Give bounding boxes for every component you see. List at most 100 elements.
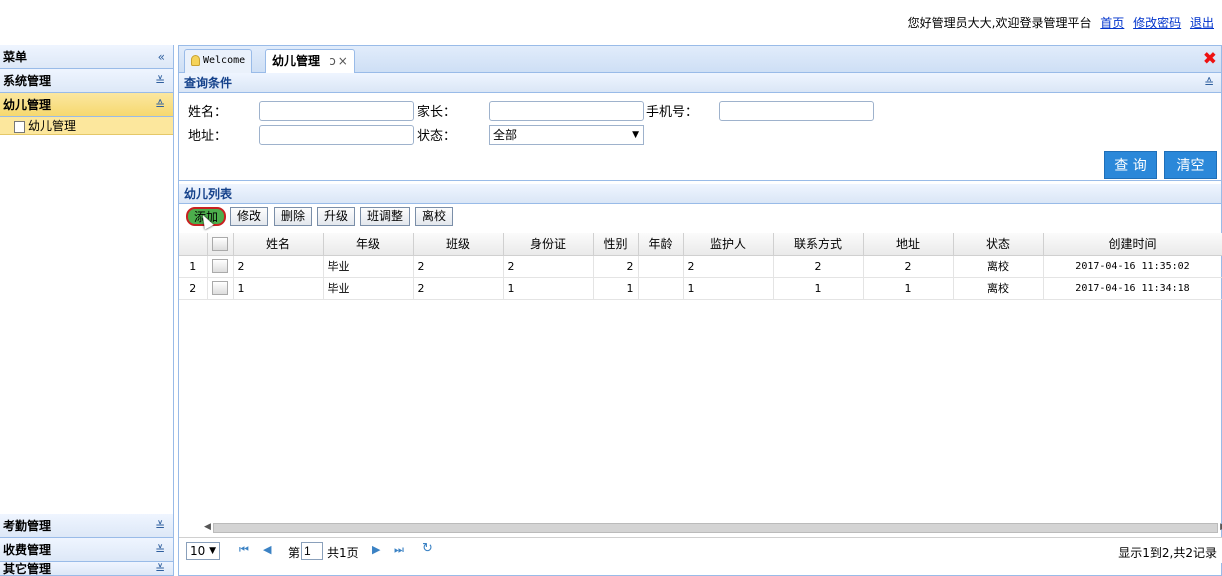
cell-gender: 2 (593, 255, 639, 278)
sidebar-group-other[interactable]: 其它管理 ≚ (0, 562, 173, 576)
table-row[interactable]: 1 2 毕业 2 2 2 2 2 2 离校 2017-04-16 11:35:0… (179, 255, 1222, 278)
column-header-address[interactable]: 地址 (863, 233, 954, 256)
page-size-select[interactable]: 10 ▼ (186, 542, 220, 560)
sidebar-group-label: 考勤管理 (3, 519, 52, 533)
parent-label: 家长： (417, 105, 457, 120)
cell-status: 离校 (953, 255, 1044, 278)
scroll-left-icon[interactable]: ◀ (204, 522, 211, 532)
cell-name: 1 (233, 277, 324, 300)
sidebar-group-label: 其它管理 (3, 562, 52, 576)
column-header-id-card[interactable]: 身份证 (503, 233, 594, 256)
first-page-icon[interactable]: ⏮ (239, 543, 249, 557)
cell-address: 2 (863, 255, 954, 278)
leave-school-button[interactable]: 离校 (415, 207, 454, 226)
cell-age (638, 277, 684, 300)
prev-page-icon[interactable]: ◀ (263, 543, 271, 556)
column-header-age[interactable]: 年龄 (638, 233, 684, 256)
class-adjust-button[interactable]: 班调整 (360, 207, 411, 226)
column-header-created[interactable]: 创建时间 (1043, 233, 1222, 256)
sidebar-item-children-manage[interactable]: 幼儿管理 (0, 117, 173, 135)
row-select-cell[interactable] (207, 255, 234, 278)
clear-button[interactable]: 清空 (1164, 151, 1217, 179)
edit-button[interactable]: 修改 (230, 207, 269, 226)
column-header-contact[interactable]: 联系方式 (773, 233, 864, 256)
cell-grade: 毕业 (323, 255, 414, 278)
table-header-row: 姓名 年级 班级 身份证 性别 年龄 监护人 联系方式 地址 状态 创建时间 (179, 233, 1222, 256)
query-panel-title: 查询条件 (184, 76, 233, 90)
cell-created: 2017-04-16 11:34:18 (1043, 277, 1222, 300)
tab-children-manage[interactable]: 幼儿管理 ↄ × (265, 49, 355, 74)
cell-class: 2 (413, 255, 504, 278)
collapse-query-icon[interactable]: ≙ (1204, 73, 1214, 93)
main-panel: Welcome 幼儿管理 ↄ × ✖ 查询条件 ≙ 姓名： 家长： 手机号： 地址… (178, 45, 1222, 576)
phone-input[interactable] (719, 101, 874, 121)
row-number: 1 (179, 255, 208, 278)
cell-guardian: 2 (683, 255, 774, 278)
select-all-checkbox[interactable] (212, 237, 228, 251)
sidebar-group-children[interactable]: 幼儿管理 ≙ (0, 93, 173, 117)
query-form: 姓名： 家长： 手机号： 地址： 状态： 全部 ▼ (179, 93, 1221, 181)
cell-id-card: 1 (503, 277, 594, 300)
column-header-gender[interactable]: 性别 (593, 233, 639, 256)
cell-id-card: 2 (503, 255, 594, 278)
tab-label: 幼儿管理 (272, 54, 321, 68)
column-header-guardian[interactable]: 监护人 (683, 233, 774, 256)
sidebar-item-label: 幼儿管理 (28, 119, 77, 133)
cell-class: 2 (413, 277, 504, 300)
cell-contact: 1 (773, 277, 864, 300)
last-page-icon[interactable]: ⏭ (394, 543, 404, 557)
column-header-grade[interactable]: 年级 (323, 233, 414, 256)
chevron-down-icon: ≚ (154, 519, 165, 533)
cell-contact: 2 (773, 255, 864, 278)
row-select-cell[interactable] (207, 277, 234, 300)
chevron-down-icon: ≚ (154, 74, 165, 88)
chevron-up-icon: ≙ (154, 98, 165, 112)
cell-name: 2 (233, 255, 324, 278)
lightbulb-icon (191, 54, 200, 66)
column-header-select[interactable] (207, 233, 234, 256)
cell-status: 离校 (953, 277, 1044, 300)
sidebar-group-label: 系统管理 (3, 74, 52, 88)
column-header-rownum (179, 233, 208, 256)
tab-welcome[interactable]: Welcome (184, 49, 253, 73)
horizontal-scrollbar[interactable]: ◀ ▶ (204, 522, 1222, 533)
status-select-value: 全部 (493, 128, 518, 142)
next-page-icon[interactable]: ▶ (372, 543, 380, 556)
pagination-info: 显示1到2,共2记录 (1118, 546, 1217, 560)
column-header-name[interactable]: 姓名 (233, 233, 324, 256)
close-all-icon[interactable]: ✖ (1203, 50, 1217, 68)
close-tab-icon[interactable]: × (338, 54, 348, 68)
change-password-link[interactable]: 修改密码 (1133, 16, 1181, 30)
row-checkbox[interactable] (212, 259, 228, 273)
chevron-down-icon: ≚ (154, 562, 165, 576)
status-select[interactable]: 全部 ▼ (489, 125, 644, 145)
home-link[interactable]: 首页 (1100, 16, 1124, 30)
address-input[interactable] (259, 125, 414, 145)
name-input[interactable] (259, 101, 414, 121)
top-header: 您好管理员大大,欢迎登录管理平台 首页 修改密码 退出 (0, 0, 1222, 44)
sidebar-group-fees[interactable]: 收费管理 ≚ (0, 538, 173, 562)
refresh-tab-icon[interactable]: ↄ (329, 54, 336, 68)
page-total: 共1页 (327, 546, 359, 560)
column-header-class[interactable]: 班级 (413, 233, 504, 256)
dropdown-arrow-icon: ▼ (209, 546, 216, 556)
row-checkbox[interactable] (212, 281, 228, 295)
parent-input[interactable] (489, 101, 644, 121)
logout-link[interactable]: 退出 (1190, 16, 1214, 30)
table-row[interactable]: 2 1 毕业 2 1 1 1 1 1 离校 2017-04-16 11:34:1… (179, 277, 1222, 300)
page-prefix: 第 (288, 546, 301, 560)
sidebar-group-attendance[interactable]: 考勤管理 ≚ (0, 514, 173, 538)
refresh-icon[interactable]: ↻ (422, 541, 433, 556)
sidebar-group-label: 收费管理 (3, 543, 52, 557)
pagination-bar: 10▼ ⏮ ◀ 第 共1页 ▶ ⏭ ↻ 显示1到2,共2记录 (179, 537, 1222, 563)
sidebar: 菜单 « 系统管理 ≚ 幼儿管理 ≙ 幼儿管理 考勤管理 ≚ 收费管理 ≚ 其它… (0, 45, 174, 576)
delete-button[interactable]: 删除 (274, 207, 313, 226)
row-number: 2 (179, 277, 208, 300)
sidebar-group-system[interactable]: 系统管理 ≚ (0, 69, 173, 93)
collapse-sidebar-icon[interactable]: « (158, 45, 165, 69)
upgrade-button[interactable]: 升级 (317, 207, 356, 226)
page-number-input[interactable] (301, 542, 323, 560)
page-icon (14, 120, 25, 133)
column-header-status[interactable]: 状态 (953, 233, 1044, 256)
search-button[interactable]: 查 询 (1104, 151, 1157, 179)
